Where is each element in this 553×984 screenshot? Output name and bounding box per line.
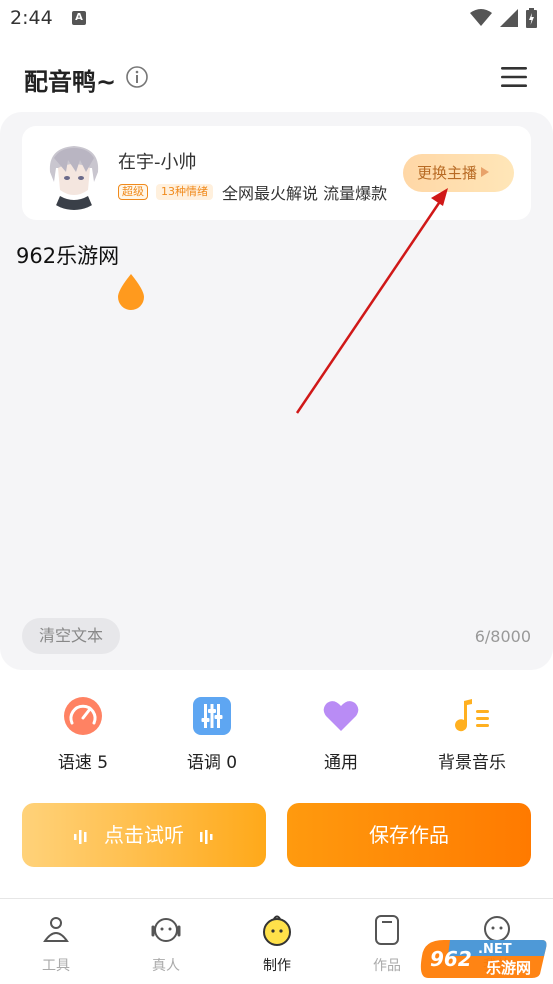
works-icon [375, 915, 399, 945]
speed-tool[interactable]: 语速 5 [28, 696, 138, 773]
style-label: 通用 [324, 753, 358, 773]
svg-text:.NET: .NET [478, 942, 512, 957]
clear-text-button[interactable]: 清空文本 [22, 618, 120, 654]
preview-listen-button[interactable]: 点击试听 [22, 803, 266, 867]
nav-item-create[interactable]: 制作 [237, 913, 317, 975]
duck-icon [263, 915, 291, 946]
anchor-card[interactable]: 在宇-小帅 超级 13种情绪 全网最火解说 流量爆款 更换主播 [22, 126, 531, 220]
nav-item-tools[interactable]: 工具 [16, 913, 96, 975]
save-work-button[interactable]: 保存作品 [287, 803, 531, 867]
sound-wave-left-icon [74, 829, 87, 844]
heart-icon [323, 701, 359, 731]
change-anchor-label: 更换主播 [417, 164, 478, 182]
preview-listen-label: 点击试听 [104, 823, 184, 847]
page-title: 配音鸭~ [24, 68, 117, 96]
wifi-icon [470, 9, 492, 26]
style-tool[interactable]: 通用 [286, 696, 396, 773]
human-voice-icon [151, 918, 181, 942]
svg-text:962: 962 [430, 947, 472, 971]
speed-gauge-icon [64, 697, 102, 735]
text-editor-panel: 在宇-小帅 超级 13种情绪 全网最火解说 流量爆款 更换主播 962乐游网 清… [0, 112, 553, 670]
background-music-tool[interactable]: 背景音乐 [417, 696, 527, 773]
anchor-avatar [38, 138, 110, 210]
music-note-icon [455, 699, 489, 732]
status-bar: 2:44 A [0, 0, 553, 38]
level-badge: 超级 [118, 184, 148, 200]
emotion-badge: 13种情绪 [156, 184, 213, 200]
pitch-label: 语调 0 [186, 753, 238, 773]
play-triangle-icon [481, 167, 490, 177]
character-count: 6/8000 [474, 627, 531, 646]
watermark-text: 乐游网 [486, 959, 532, 977]
battery-icon [526, 8, 537, 28]
anchor-name: 在宇-小帅 [118, 152, 197, 173]
change-anchor-button[interactable]: 更换主播 [403, 154, 514, 192]
sound-wave-right-icon [200, 829, 213, 844]
background-music-label: 背景音乐 [438, 753, 506, 773]
pitch-tool[interactable]: 语调 0 [157, 696, 267, 773]
tools-icon [43, 917, 69, 942]
status-time: 2:44 [10, 7, 53, 29]
status-icons [470, 8, 537, 28]
nav-label-human: 真人 [152, 958, 180, 974]
app-header: 配音鸭~ [0, 52, 553, 104]
nav-label-create: 制作 [263, 958, 291, 974]
nav-item-human[interactable]: 真人 [126, 913, 206, 975]
notification-icon: A [72, 11, 86, 25]
menu-icon[interactable] [501, 66, 527, 88]
info-icon[interactable] [126, 66, 148, 88]
anchor-description: 全网最火解说 流量爆款 [222, 184, 388, 203]
nav-label-tools: 工具 [42, 958, 70, 974]
speed-label: 语速 5 [57, 753, 109, 773]
equalizer-icon [193, 697, 231, 735]
editor-text[interactable]: 962乐游网 [16, 240, 119, 270]
signal-icon [500, 9, 518, 27]
text-cursor-drop-icon[interactable] [114, 272, 148, 310]
